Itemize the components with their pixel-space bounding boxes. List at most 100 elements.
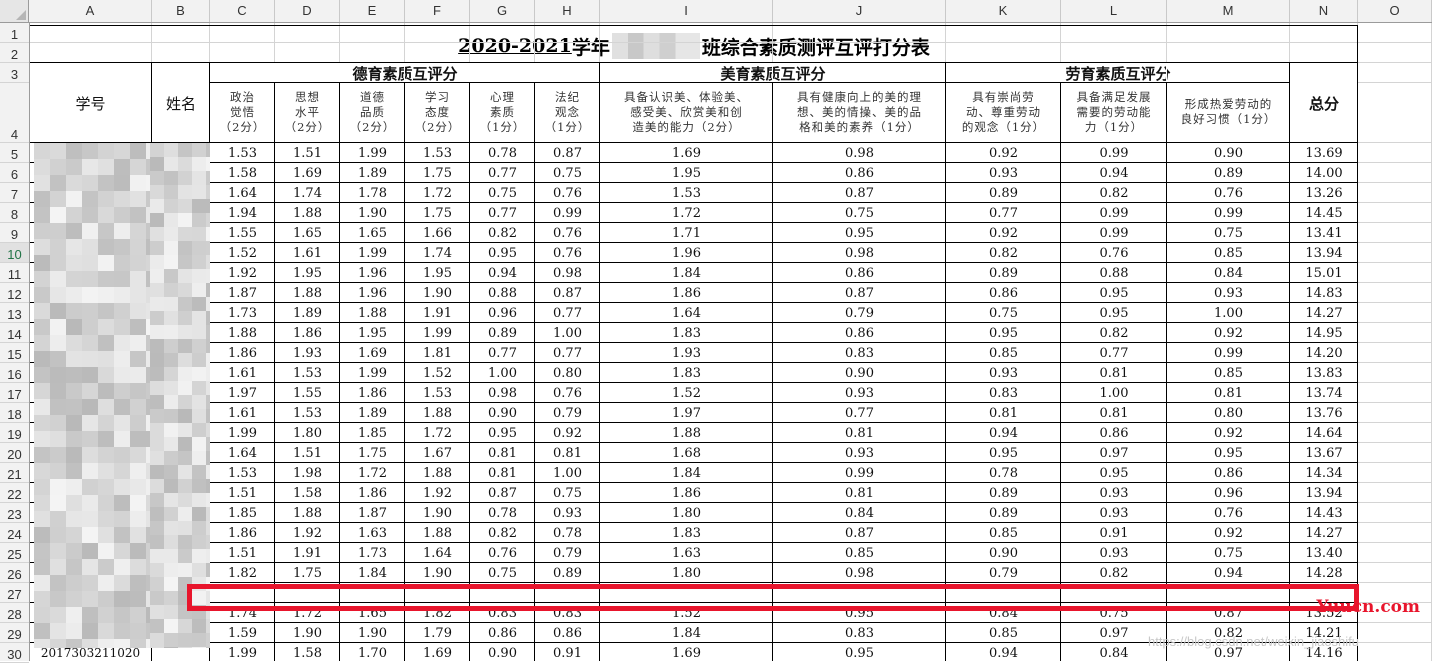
- data-cell[interactable]: 1.90: [340, 623, 405, 643]
- data-cell[interactable]: 1.53: [405, 143, 470, 163]
- data-cell[interactable]: 0.98: [773, 143, 946, 163]
- header-xingming[interactable]: 姓名: [152, 63, 210, 143]
- data-cell[interactable]: 13.40: [1290, 543, 1358, 563]
- data-cell[interactable]: 1.64: [210, 443, 275, 463]
- data-cell[interactable]: 0.93: [773, 383, 946, 403]
- data-cell[interactable]: 1.55: [275, 383, 340, 403]
- subheader-d[interactable]: 思想 水平 （2分）: [275, 83, 340, 141]
- data-cell[interactable]: 1.72: [340, 463, 405, 483]
- data-cell[interactable]: 1.67: [405, 443, 470, 463]
- data-cell[interactable]: 0.93: [1167, 283, 1290, 303]
- data-cell[interactable]: 14.20: [1290, 343, 1358, 363]
- data-cell[interactable]: 0.93: [1061, 503, 1167, 523]
- data-cell[interactable]: 13.26: [1290, 183, 1358, 203]
- select-all-corner[interactable]: [0, 0, 29, 22]
- data-cell[interactable]: 13.67: [1290, 443, 1358, 463]
- data-cell[interactable]: 1.93: [600, 343, 773, 363]
- data-cell[interactable]: 0.89: [470, 323, 535, 343]
- row-header-1[interactable]: 1: [0, 23, 29, 43]
- data-cell[interactable]: 0.79: [535, 403, 600, 423]
- data-cell[interactable]: 0.95: [470, 423, 535, 443]
- data-cell[interactable]: 0.76: [470, 543, 535, 563]
- data-cell[interactable]: 0.99: [1061, 223, 1167, 243]
- row-header-28[interactable]: 28: [0, 603, 29, 623]
- data-cell[interactable]: 1.70: [340, 643, 405, 661]
- group-meiyu[interactable]: 美育素质互评分: [600, 63, 946, 83]
- subheader-h[interactable]: 法纪 观念 （1分）: [535, 83, 600, 141]
- data-cell[interactable]: 1.72: [600, 203, 773, 223]
- data-cell[interactable]: 1.83: [600, 363, 773, 383]
- data-cell[interactable]: 1.53: [275, 363, 340, 383]
- data-cell[interactable]: 1.82: [210, 563, 275, 583]
- data-cell[interactable]: 0.76: [535, 223, 600, 243]
- data-cell[interactable]: 0.89: [946, 483, 1061, 503]
- data-cell[interactable]: 1.88: [275, 283, 340, 303]
- data-cell[interactable]: 0.81: [1061, 403, 1167, 423]
- data-cell[interactable]: 0.94: [946, 423, 1061, 443]
- data-cell[interactable]: 1.68: [600, 443, 773, 463]
- column-header-n[interactable]: N: [1290, 0, 1358, 22]
- data-cell[interactable]: 0.82: [1061, 563, 1167, 583]
- data-cell[interactable]: 0.94: [1061, 163, 1167, 183]
- data-cell[interactable]: 1.88: [405, 463, 470, 483]
- data-cell[interactable]: 0.91: [535, 643, 600, 661]
- data-cell[interactable]: 1.87: [210, 283, 275, 303]
- data-cell[interactable]: 1.75: [340, 443, 405, 463]
- data-cell[interactable]: 1.64: [210, 183, 275, 203]
- data-cell[interactable]: 1.61: [210, 363, 275, 383]
- data-cell[interactable]: 1.69: [600, 643, 773, 661]
- data-cell[interactable]: 14.34: [1290, 463, 1358, 483]
- data-cell[interactable]: 0.79: [535, 543, 600, 563]
- data-cell[interactable]: 1.00: [535, 463, 600, 483]
- data-cell[interactable]: 0.75: [1167, 223, 1290, 243]
- data-cell[interactable]: 1.99: [340, 143, 405, 163]
- data-cell[interactable]: 0.81: [773, 423, 946, 443]
- data-cell[interactable]: 0.82: [946, 243, 1061, 263]
- data-cell[interactable]: 0.77: [535, 303, 600, 323]
- group-deyu[interactable]: 德育素质互评分: [210, 63, 600, 83]
- row-header-5[interactable]: 5: [0, 143, 29, 163]
- data-cell[interactable]: 0.99: [535, 203, 600, 223]
- data-cell[interactable]: 0.82: [1061, 183, 1167, 203]
- data-cell[interactable]: 14.00: [1290, 163, 1358, 183]
- data-cell[interactable]: 14.64: [1290, 423, 1358, 443]
- row-header-27[interactable]: 27: [0, 583, 29, 603]
- data-cell[interactable]: 1.88: [210, 323, 275, 343]
- data-cell[interactable]: 0.86: [470, 623, 535, 643]
- data-cell[interactable]: 0.82: [1061, 323, 1167, 343]
- data-cell[interactable]: 1.99: [340, 363, 405, 383]
- data-cell[interactable]: 1.96: [340, 263, 405, 283]
- data-cell[interactable]: 0.75: [773, 203, 946, 223]
- data-cell[interactable]: 1.75: [275, 563, 340, 583]
- row-header-9[interactable]: 9: [0, 223, 29, 243]
- data-cell[interactable]: 1.79: [405, 623, 470, 643]
- data-cell[interactable]: 0.85: [1167, 363, 1290, 383]
- data-cell[interactable]: 1.55: [210, 223, 275, 243]
- subheader-k[interactable]: 具有崇尚劳 动、尊重劳动 的观念（1分）: [946, 83, 1061, 141]
- data-cell[interactable]: 1.63: [340, 523, 405, 543]
- data-cell[interactable]: 1.88: [405, 403, 470, 423]
- data-cell[interactable]: 0.78: [535, 523, 600, 543]
- data-cell[interactable]: 14.43: [1290, 503, 1358, 523]
- data-cell[interactable]: 1.86: [340, 483, 405, 503]
- data-cell[interactable]: 1.88: [405, 523, 470, 543]
- data-cell[interactable]: 0.98: [470, 383, 535, 403]
- data-cell[interactable]: 0.94: [946, 643, 1061, 661]
- column-header-a[interactable]: A: [29, 0, 152, 22]
- data-cell[interactable]: 0.93: [535, 503, 600, 523]
- data-cell[interactable]: 0.99: [773, 463, 946, 483]
- data-cell[interactable]: 1.89: [340, 163, 405, 183]
- data-cell[interactable]: 1.84: [340, 563, 405, 583]
- row-header-4[interactable]: 4: [0, 83, 29, 143]
- data-cell[interactable]: 0.88: [470, 283, 535, 303]
- data-cell[interactable]: 0.83: [773, 343, 946, 363]
- subheader-j[interactable]: 具有健康向上的美的理 想、美的情操、美的品 格和美的素养（1分）: [773, 83, 946, 141]
- data-cell[interactable]: 0.93: [1061, 483, 1167, 503]
- group-laoyu[interactable]: 劳育素质互评分: [946, 63, 1290, 83]
- data-cell[interactable]: 0.93: [773, 443, 946, 463]
- data-cell[interactable]: 0.81: [470, 443, 535, 463]
- data-cell[interactable]: 0.75: [535, 483, 600, 503]
- data-cell[interactable]: 0.94: [470, 263, 535, 283]
- data-cell[interactable]: 0.76: [535, 183, 600, 203]
- data-cell[interactable]: 0.98: [773, 563, 946, 583]
